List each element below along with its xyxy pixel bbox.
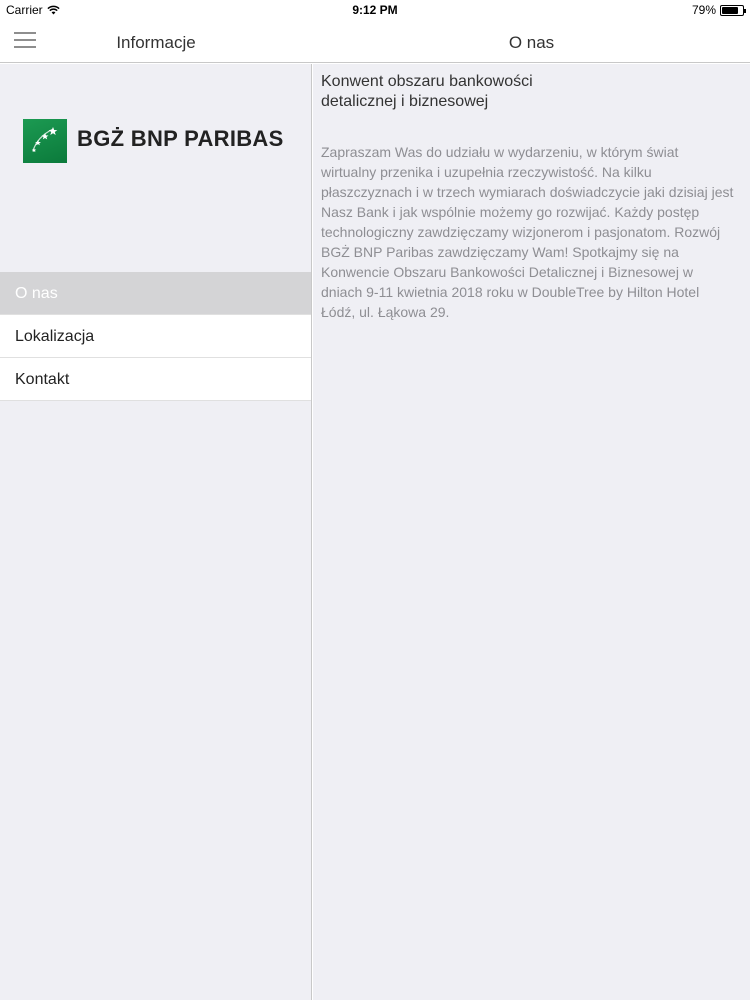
content-panel: Konwent obszaru bankowości detalicznej i… xyxy=(313,64,750,1000)
sidebar: BGŻ BNP PARIBAS O nas Lokalizacja Kontak… xyxy=(0,64,312,1000)
status-time: 9:12 PM xyxy=(352,3,398,17)
navigation-bar: Informacje O nas xyxy=(0,22,750,63)
battery-fill xyxy=(722,6,738,14)
sidebar-item-kontakt[interactable]: Kontakt xyxy=(0,358,311,401)
sidebar-item-lokalizacja[interactable]: Lokalizacja xyxy=(0,315,311,358)
sidebar-item-o-nas[interactable]: O nas xyxy=(0,272,311,315)
status-bar: Carrier 9:12 PM 79% xyxy=(0,0,750,22)
sidebar-title: Informacje xyxy=(116,33,196,52)
bnp-stars-icon xyxy=(23,119,67,163)
status-right: 79% xyxy=(691,3,746,17)
battery-tip xyxy=(744,8,746,13)
page-title: O nas xyxy=(508,33,555,52)
logo-text: BGŻ BNP PARIBAS xyxy=(77,126,284,151)
sidebar-menu: O nas Lokalizacja Kontakt xyxy=(0,272,311,401)
content-heading: Konwent obszaru bankowości detalicznej i… xyxy=(321,73,533,110)
logo-area: BGŻ BNP PARIBAS xyxy=(0,64,312,272)
content-body: Zapraszam Was do udziału w wydarzeniu, w… xyxy=(321,144,734,320)
battery-icon xyxy=(720,4,746,16)
battery-percent: 79% xyxy=(691,3,716,17)
